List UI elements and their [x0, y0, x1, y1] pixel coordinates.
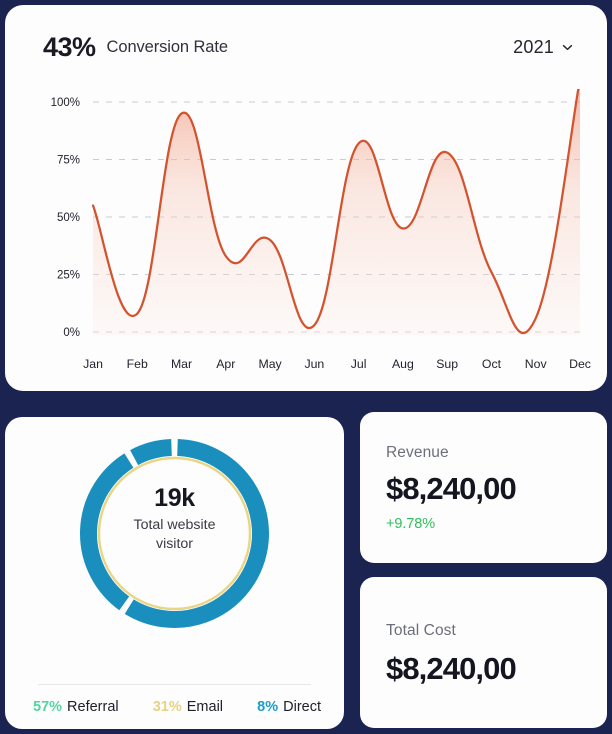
- legend-divider: [38, 684, 311, 685]
- x-axis-tick-label: May: [258, 357, 282, 371]
- dashboard-root: 43% Conversion Rate 2021 0% 25% 50% 75% …: [0, 0, 612, 734]
- donut-inner-ring: [97, 456, 252, 611]
- chart-card-header: 43% Conversion Rate 2021: [5, 5, 607, 89]
- y-axis-tick-label: 0%: [63, 327, 80, 339]
- x-axis-tick-label: Apr: [216, 357, 235, 371]
- revenue-value: $8,240,00: [386, 470, 517, 506]
- total-cost-card-content: Total Cost $8,240,00: [386, 577, 591, 728]
- donut-chart-svg: [80, 439, 269, 628]
- total-cost-label: Total Cost: [386, 621, 456, 639]
- donut-segment[interactable]: [80, 453, 134, 611]
- y-axis-tick-label: 100%: [51, 97, 80, 109]
- legend-percent: 31%: [152, 699, 182, 715]
- y-axis-tick-label: 50%: [57, 212, 80, 224]
- website-visitor-card: 19k Total website visitor 57% Referral 31%…: [5, 417, 344, 729]
- legend-item[interactable]: 8% Direct: [257, 699, 321, 715]
- legend-percent: 57%: [33, 699, 63, 715]
- legend-percent: 8%: [257, 699, 279, 715]
- legend-item[interactable]: 31% Email: [153, 699, 223, 715]
- area-chart-svg: 0% 25% 50% 75% 100% Jan Feb Mar Apr May Jun Jul Aug…: [51, 89, 591, 371]
- legend-label: Email: [186, 699, 224, 715]
- donut-legend: 57% Referral 31% Email 8% Direct: [33, 699, 321, 715]
- donut-chart: [5, 431, 344, 636]
- conversion-rate-card: 43% Conversion Rate 2021 0% 25% 50% 75% …: [5, 5, 607, 391]
- chart-x-axis-labels: Jan Feb Mar Apr May Jun Jul Aug Sup Oct Nov Dec: [83, 357, 591, 371]
- x-axis-tick-label: Dec: [569, 357, 591, 371]
- total-cost-card: Total Cost $8,240,00: [360, 577, 607, 728]
- x-axis-tick-label: Mar: [171, 357, 192, 371]
- x-axis-tick-label: Nov: [525, 357, 548, 371]
- donut-outer-ring: [80, 439, 269, 628]
- chevron-down-icon: [561, 41, 574, 54]
- y-axis-tick-label: 75%: [57, 155, 80, 167]
- x-axis-tick-label: Oct: [482, 357, 502, 371]
- conversion-rate-value: 43%: [43, 31, 96, 62]
- x-axis-tick-label: Jun: [304, 357, 324, 371]
- chart-y-axis-labels: 0% 25% 50% 75% 100%: [51, 97, 80, 339]
- conversion-rate-plot: 0% 25% 50% 75% 100% Jan Feb Mar Apr May Jun Jul Aug…: [5, 89, 607, 391]
- legend-label: Referral: [67, 699, 119, 715]
- x-axis-tick-label: Aug: [392, 357, 414, 371]
- revenue-card: Revenue $8,240,00 +9.78%: [360, 412, 607, 563]
- revenue-change-badge: +9.78%: [386, 515, 435, 532]
- year-selector[interactable]: 2021: [513, 37, 574, 58]
- donut-segment[interactable]: [124, 439, 269, 628]
- x-axis-tick-label: Jul: [351, 357, 367, 371]
- x-axis-tick-label: Sup: [436, 357, 458, 371]
- total-cost-value: $8,240,00: [386, 650, 517, 686]
- legend-item[interactable]: 57% Referral: [33, 699, 119, 715]
- x-axis-tick-label: Jan: [83, 357, 103, 371]
- page-title: Conversion Rate: [106, 37, 229, 56]
- revenue-card-content: Revenue $8,240,00 +9.78%: [386, 412, 591, 563]
- x-axis-tick-label: Feb: [127, 357, 148, 371]
- donut-segment[interactable]: [130, 439, 173, 466]
- year-selector-value: 2021: [513, 36, 554, 57]
- revenue-label: Revenue: [386, 443, 449, 461]
- legend-label: Direct: [283, 699, 321, 715]
- y-axis-tick-label: 25%: [57, 270, 80, 282]
